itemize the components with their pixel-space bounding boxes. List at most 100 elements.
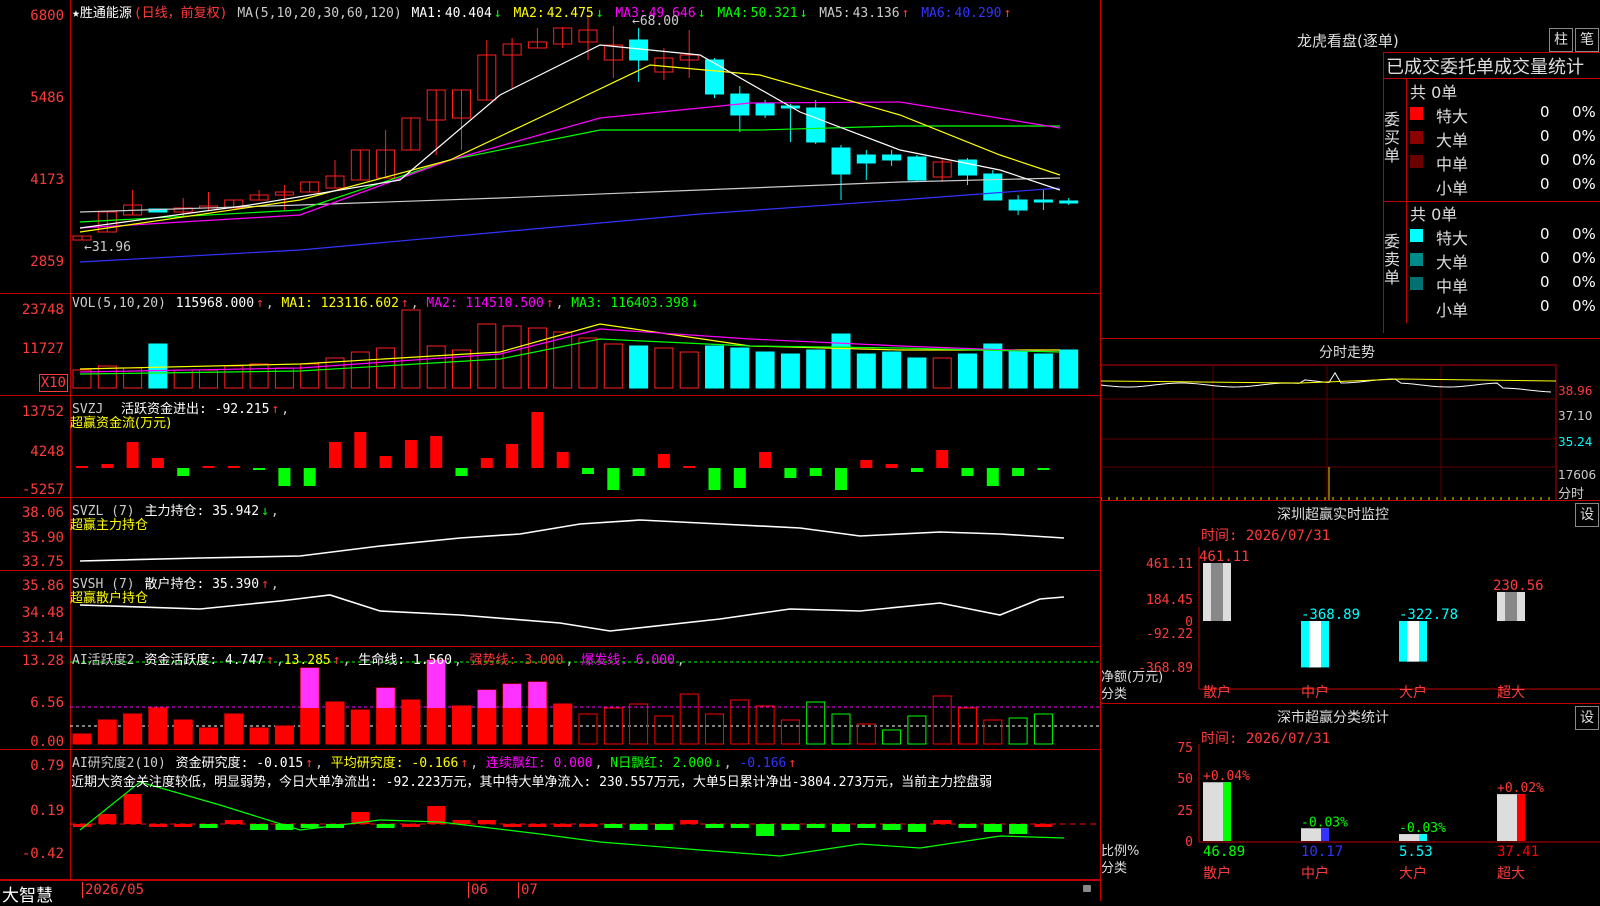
svzj-bar bbox=[202, 466, 215, 468]
svzj-bar bbox=[455, 468, 468, 476]
candlestick-chart[interactable] bbox=[0, 0, 1100, 293]
research-bar bbox=[1034, 824, 1053, 827]
svzj-bar bbox=[253, 468, 266, 470]
order-count: 0 bbox=[1540, 249, 1550, 267]
volume-bar bbox=[679, 351, 699, 389]
activity-bar bbox=[173, 719, 193, 745]
vol-ma1: MA1: 123116.602 bbox=[281, 296, 399, 311]
order-size-label: 中单 bbox=[1436, 277, 1469, 296]
ai2-life: 生命线: 1.560 bbox=[358, 653, 453, 668]
activity-bar bbox=[755, 705, 775, 745]
candle-body bbox=[882, 154, 902, 161]
intraday-chart[interactable] bbox=[1101, 339, 1600, 501]
tick-mode-button[interactable]: 笔 bbox=[1575, 28, 1599, 52]
activity-bar bbox=[730, 699, 750, 745]
candle-body bbox=[1033, 199, 1053, 203]
activity-bar bbox=[224, 713, 244, 745]
volume-bar bbox=[1033, 353, 1053, 389]
activity-bar bbox=[831, 713, 851, 745]
intraday-panel[interactable]: 分时走势 38.96 37.10 35.24 17606 分时 bbox=[1100, 338, 1600, 502]
research-bar bbox=[705, 824, 724, 828]
volume-panel[interactable]: 23748 11727 X10 VOL(5,10,20) 115968.000 ↑… bbox=[0, 294, 1100, 396]
bar-mode-button[interactable]: 柱 bbox=[1549, 28, 1573, 52]
candle-body bbox=[755, 102, 775, 116]
order-percent: 0% bbox=[1572, 175, 1596, 193]
candle-body bbox=[1059, 200, 1079, 204]
svzj-bar bbox=[961, 468, 974, 476]
activity-bar bbox=[1008, 717, 1028, 745]
activity-burst-bar bbox=[376, 688, 395, 708]
ma5-line bbox=[79, 177, 1061, 213]
stock-name[interactable]: ★胜通能源 bbox=[72, 6, 132, 21]
sell-divider bbox=[1406, 201, 1407, 323]
svsh-value: 散户持仓: 35.390 bbox=[144, 577, 260, 592]
candle-body bbox=[705, 59, 724, 95]
activity-bar bbox=[72, 733, 92, 745]
svzj-panel[interactable]: 13752 4248 -5257 SVZJ 活跃资金进出: -92.215 ↑, … bbox=[0, 396, 1100, 498]
svzj-bar bbox=[480, 458, 493, 468]
sc-ratio-chart[interactable]: 75 50 25 0 +0.04% 46.89 散户 -0.03% 10.17 中户 -0.03% 5… bbox=[1101, 704, 1600, 901]
order-stats-title: 已成交委托单成交量统计 bbox=[1386, 57, 1584, 78]
research-bar bbox=[553, 824, 572, 827]
intraday-tick: 38.96 bbox=[1558, 384, 1593, 398]
vol-ma2: MA2: 114510.500 bbox=[426, 296, 544, 311]
sz-bar-highlight bbox=[1505, 591, 1517, 621]
svsh-line bbox=[79, 594, 1065, 632]
order-percent: 0% bbox=[1572, 127, 1596, 145]
research-bar bbox=[933, 820, 952, 824]
buy-section: 委买单 共 0单 特大 0 0% 大单 0 0% 中单 0 0% 小单 0 0% bbox=[1384, 78, 1600, 202]
lock-icon[interactable] bbox=[1083, 885, 1091, 892]
research-bar bbox=[907, 824, 926, 832]
svzl-panel[interactable]: 38.06 35.90 33.75 SVZL (7) 主力持仓: 35.942 ↓… bbox=[0, 498, 1100, 571]
vol-ma3: MA3: 116403.398 bbox=[571, 296, 689, 311]
volume-bar bbox=[831, 333, 851, 389]
research-bar bbox=[123, 794, 142, 824]
order-count: 0 bbox=[1540, 175, 1550, 193]
svzj-bar bbox=[430, 436, 443, 468]
research-comment: 近期大资金关注度较低，明显弱势，今日大单净流出: -92.223万元，其中特大单… bbox=[71, 775, 993, 790]
svzj-bar bbox=[354, 432, 367, 468]
order-percent: 0% bbox=[1572, 273, 1596, 291]
chart-mode[interactable]: (日线，前复权) bbox=[134, 6, 228, 21]
ai-activity-panel[interactable]: 13.28 6.56 0.00 AI活跃度2 资金活跃度: 4.747 ↑ ,13.… bbox=[0, 647, 1100, 750]
price-panel[interactable]: 6800 5486 4173 2859 ★胜通能源 (日线，前复权) MA(5,1… bbox=[0, 0, 1100, 294]
ma5-value: MA5: 43.136 ↑ bbox=[819, 6, 910, 21]
ma6-line bbox=[79, 187, 1061, 263]
order-stats-box: 已成交委托单成交量统计 委买单 共 0单 特大 0 0% 大单 0 0% 中单 0 0% 小单 0 0… bbox=[1383, 52, 1600, 333]
volume-bar bbox=[527, 327, 547, 389]
activity-bar bbox=[401, 699, 421, 745]
order-count: 0 bbox=[1540, 225, 1550, 243]
svzj-bar bbox=[936, 450, 949, 468]
sc-stats-panel[interactable]: 深市超赢分类统计 设 时间: 2026/07/31 75 50 25 0 +0.04% 4… bbox=[1100, 703, 1600, 901]
volume-bar bbox=[97, 365, 117, 389]
ma6-value: MA6: 40.290 ↑ bbox=[921, 6, 1012, 21]
svzl-value: 主力持仓: 35.942 bbox=[144, 504, 260, 519]
svsh-panel[interactable]: 35.86 34.48 33.14 SVSH (7) 散户持仓: 35.390 ↑… bbox=[0, 571, 1100, 647]
sz-xlabel: 分类 bbox=[1101, 687, 1128, 702]
order-count: 0 bbox=[1540, 127, 1550, 145]
ai-research-panel[interactable]: 0.79 0.19 -0.42 AI研究度2(10) 资金研究度: -0.015… bbox=[0, 750, 1100, 880]
ai2-v2: 13.285 bbox=[283, 653, 331, 668]
order-color-swatch bbox=[1410, 277, 1423, 290]
research-bar bbox=[174, 824, 193, 827]
sz-bar-label: 230.56 bbox=[1493, 578, 1544, 594]
activity-bar bbox=[97, 719, 117, 745]
sz-category: 中户 bbox=[1301, 684, 1329, 701]
research-title: AI研究度2(10) bbox=[72, 756, 166, 771]
order-size-label: 大单 bbox=[1436, 253, 1469, 272]
research-bar bbox=[958, 824, 977, 828]
sc-value-label: 5.53 bbox=[1399, 844, 1433, 860]
buy-label: 委买单 bbox=[1384, 110, 1401, 165]
sc-bar-accent bbox=[1223, 782, 1231, 841]
candle-body bbox=[907, 156, 927, 181]
sz-net-chart[interactable]: 461.11184.450-92.22-368.89461.11散户-368.8… bbox=[1101, 501, 1600, 703]
activity-bar bbox=[882, 729, 902, 745]
app-logo[interactable]: 大智慧 bbox=[2, 881, 53, 906]
svzj-bar bbox=[1037, 468, 1050, 470]
sz-monitor-panel[interactable]: 深圳超赢实时监控 设 时间: 2026/07/31 461.11 184.45 0-… bbox=[1100, 500, 1600, 703]
svzj-bar bbox=[708, 468, 721, 490]
research-bar bbox=[250, 824, 269, 830]
sc-tick: 0 bbox=[1185, 835, 1193, 850]
svzj-bar bbox=[809, 468, 822, 476]
sz-tick: 184.45 bbox=[1146, 593, 1193, 608]
